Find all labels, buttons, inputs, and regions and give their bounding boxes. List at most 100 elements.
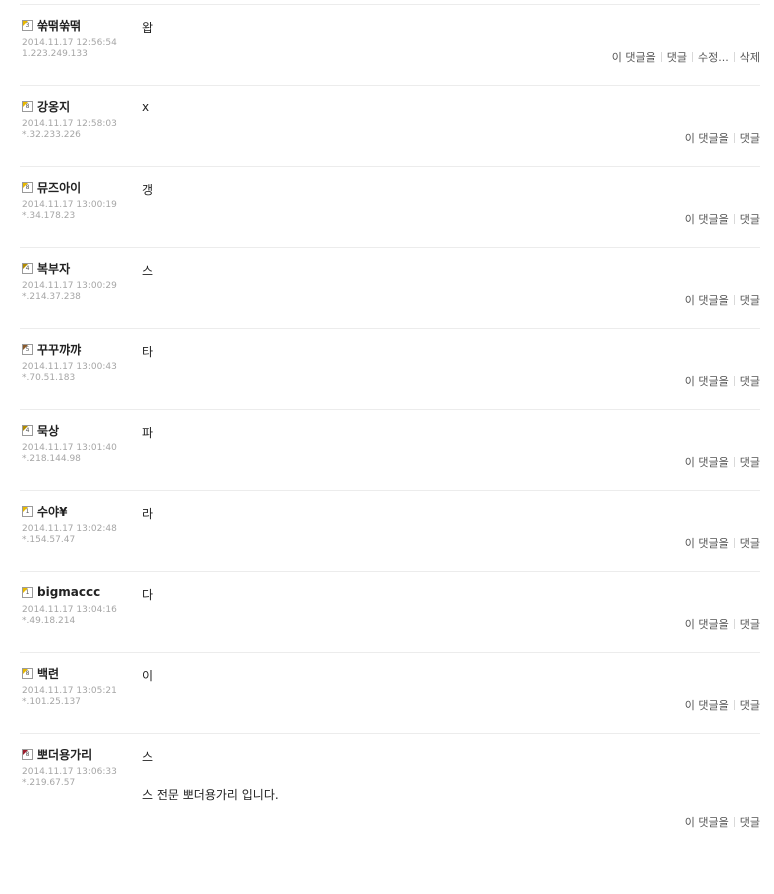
action-separator [733, 457, 735, 467]
comment-datetime: 2014.11.17 12:56:54 [22, 38, 117, 48]
level-badge-icon: 1 [22, 505, 33, 517]
reply-to-comment-link[interactable]: 이 댓글을 [685, 697, 729, 713]
author-nickname[interactable]: 묵상 [37, 422, 59, 439]
comment-author-line: 4 복부자 [22, 260, 70, 276]
reply-to-comment-link[interactable]: 이 댓글을 [685, 211, 729, 227]
comment-body: 다 [142, 588, 154, 602]
reply-to-comment-link[interactable]: 이 댓글을 [685, 814, 729, 830]
comment-author-line: 1 bigmaccc [22, 584, 100, 600]
reply-link[interactable]: 댓글 [740, 292, 760, 308]
comment-author-line: 8 뽀더용가리 [22, 746, 92, 762]
comment-ip: *.70.51.183 [22, 373, 76, 383]
comment-item: 4 묵상 2014.11.17 13:01:40 *.218.144.98 파 이 댓글을… [20, 410, 760, 491]
reply-to-comment-link[interactable]: 이 댓글을 [685, 292, 729, 308]
action-separator [733, 700, 735, 710]
comment-body: 스 [142, 750, 154, 764]
comment-actions: 이 댓글을 댓글 [685, 454, 760, 470]
level-badge-icon: 4 [22, 424, 33, 436]
comment-meta: 2014.11.17 12:58:03 *.32.233.226 [22, 119, 117, 141]
comment-ip: *.32.233.226 [22, 130, 81, 140]
author-nickname[interactable]: 꾸꾸꺄꺄 [37, 341, 81, 358]
comment-item: 8 뽀더용가리 2014.11.17 13:06:33 *.219.67.57 스스 전… [20, 734, 760, 894]
author-nickname[interactable]: 백련 [37, 665, 59, 682]
author-nickname[interactable]: 뮤즈아이 [37, 179, 81, 196]
action-separator [733, 52, 735, 62]
comment-actions: 이 댓글을 댓글 [685, 535, 760, 551]
reply-link[interactable]: 댓글 [740, 535, 760, 551]
action-separator [660, 52, 662, 62]
comment-actions: 이 댓글을 댓글 [685, 373, 760, 389]
level-number: 4 [25, 426, 30, 434]
reply-link[interactable]: 댓글 [740, 130, 760, 146]
comment-meta: 2014.11.17 13:01:40 *.218.144.98 [22, 443, 117, 465]
comment-item: 3 쑦떢쑦떢 2014.11.17 12:56:54 1.223.249.133 왑 이 … [20, 5, 760, 86]
comment-datetime: 2014.11.17 13:06:33 [22, 767, 117, 777]
reply-link[interactable]: 댓글 [740, 697, 760, 713]
reply-link[interactable]: 댓글 [667, 49, 687, 65]
reply-to-comment-link[interactable]: 이 댓글을 [685, 454, 729, 470]
edit-link[interactable]: 수정... [698, 49, 729, 65]
action-separator [733, 538, 735, 548]
level-badge-icon: 5 [22, 343, 33, 355]
reply-link[interactable]: 댓글 [740, 616, 760, 632]
author-nickname[interactable]: 쑦떢쑦떢 [37, 17, 81, 34]
action-separator [733, 619, 735, 629]
level-badge-icon: 1 [22, 586, 33, 598]
level-badge-icon: 8 [22, 667, 33, 679]
comment-item: 8 뮤즈아이 2014.11.17 13:00:19 *.34.178.23 갱 이 댓글… [20, 167, 760, 248]
comment-meta: 2014.11.17 13:05:21 *.101.25.137 [22, 686, 117, 708]
comment-datetime: 2014.11.17 13:02:48 [22, 524, 117, 534]
comment-meta: 2014.11.17 13:02:48 *.154.57.47 [22, 524, 117, 546]
reply-to-comment-link[interactable]: 이 댓글을 [612, 49, 656, 65]
comment-author-line: 5 꾸꾸꺄꺄 [22, 341, 81, 357]
reply-link[interactable]: 댓글 [740, 211, 760, 227]
comment-actions: 이 댓글을 댓글 [685, 292, 760, 308]
comment-meta: 2014.11.17 13:06:33 *.219.67.57 [22, 767, 117, 789]
comment-meta: 2014.11.17 13:00:19 *.34.178.23 [22, 200, 117, 222]
level-number: 8 [25, 750, 30, 758]
reply-to-comment-link[interactable]: 이 댓글을 [685, 616, 729, 632]
comment-datetime: 2014.11.17 13:04:16 [22, 605, 117, 615]
comment-actions: 이 댓글을 댓글 [685, 814, 760, 830]
comment-actions: 이 댓글을 댓글 수정... 삭제 [612, 49, 760, 65]
author-nickname[interactable]: 강옹지 [37, 98, 70, 115]
comment-actions: 이 댓글을 댓글 [685, 697, 760, 713]
reply-to-comment-link[interactable]: 이 댓글을 [685, 130, 729, 146]
comment-meta: 2014.11.17 13:00:29 *.214.37.238 [22, 281, 117, 303]
comment-body: 스 [142, 264, 154, 278]
level-badge-icon: 4 [22, 262, 33, 274]
comment-datetime: 2014.11.17 12:58:03 [22, 119, 117, 129]
level-number: 8 [25, 102, 30, 110]
action-separator [733, 817, 735, 827]
action-separator [733, 376, 735, 386]
comment-author-line: 8 뮤즈아이 [22, 179, 81, 195]
reply-to-comment-link[interactable]: 이 댓글을 [685, 373, 729, 389]
comment-datetime: 2014.11.17 13:00:29 [22, 281, 117, 291]
reply-to-comment-link[interactable]: 이 댓글을 [685, 535, 729, 551]
reply-link[interactable]: 댓글 [740, 814, 760, 830]
action-separator [692, 52, 694, 62]
comment-body: x [142, 100, 150, 114]
level-badge-icon: 8 [22, 181, 33, 193]
action-separator [733, 295, 735, 305]
author-nickname[interactable]: 복부자 [37, 260, 70, 277]
delete-link[interactable]: 삭제 [740, 49, 760, 65]
reply-link[interactable]: 댓글 [740, 373, 760, 389]
comment-meta: 2014.11.17 13:00:43 *.70.51.183 [22, 362, 117, 384]
comment-item: 8 백련 2014.11.17 13:05:21 *.101.25.137 이 이 댓글을… [20, 653, 760, 734]
level-number: 1 [25, 507, 30, 515]
author-nickname[interactable]: 뽀더용가리 [37, 746, 92, 763]
reply-link[interactable]: 댓글 [740, 454, 760, 470]
comment-author-line: 4 묵상 [22, 422, 59, 438]
comment-author-line: 8 백련 [22, 665, 59, 681]
comment-meta: 2014.11.17 12:56:54 1.223.249.133 [22, 38, 117, 60]
level-number: 3 [25, 21, 30, 29]
author-nickname[interactable]: bigmaccc [37, 585, 100, 599]
author-nickname[interactable]: 수야¥ [37, 503, 67, 520]
comment-body-extra: 스 전문 뽀더용가리 입니다. [142, 788, 279, 802]
comment-actions: 이 댓글을 댓글 [685, 130, 760, 146]
comment-datetime: 2014.11.17 13:00:43 [22, 362, 117, 372]
comment-datetime: 2014.11.17 13:00:19 [22, 200, 117, 210]
comment-actions: 이 댓글을 댓글 [685, 616, 760, 632]
action-separator [733, 133, 735, 143]
